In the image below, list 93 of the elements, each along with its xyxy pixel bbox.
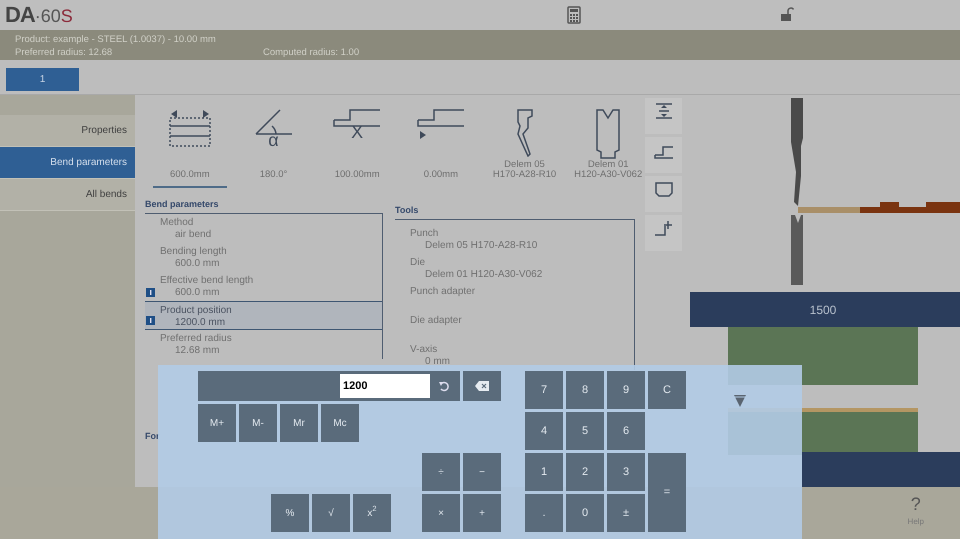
parameter-tile[interactable]: α 180.0° [236,103,310,188]
parameter-tile[interactable]: 600.0mm [153,103,227,188]
number-key[interactable]: 4 [525,412,563,450]
number-key[interactable]: 1 [525,453,563,491]
parameter-label: Product position [160,304,233,316]
tool-label: Die adapter [410,314,463,326]
parameter-label: Effective bend length [160,274,254,286]
parameter-tile[interactable]: Delem 01 H120-A30-V062 [571,103,646,188]
operator-key[interactable]: − [463,453,501,491]
toolbar-button[interactable] [645,176,682,212]
memory-key[interactable]: M+ [198,404,236,442]
parameter-label: Preferred radius [160,332,233,344]
section-heading: For [145,430,160,442]
clear-key[interactable]: C [648,371,686,409]
logo-model: ·60 [34,6,61,26]
parameter-value: 600.0 mm [174,258,220,270]
angle-icon [254,109,292,135]
number-key[interactable]: 8 [566,371,604,409]
preferred-radius: Preferred radius: 12.68 [15,46,114,59]
parameter-value: 1200.0 mm [174,316,226,328]
parameter-value: Delem 01 H120-A30-V062 [574,160,642,180]
frame-icon [652,180,674,199]
logo-suffix: S [60,6,73,26]
number-key[interactable]: 9 [607,371,645,409]
tool-value: 0 mm [424,356,451,368]
product-info: Product: example - STEEL (1.0037) - 10.00 mm [15,33,217,46]
parameter-label: Method [160,216,194,228]
ruler-icon [168,109,211,147]
computed-radius: Computed radius: 1.00 [263,46,360,59]
equals-key[interactable]: = [648,453,686,532]
section-heading: Bend parameters [145,198,383,214]
number-key[interactable]: . [525,494,563,532]
number-key[interactable]: 6 [607,412,645,450]
parameter-label: Bending length [160,246,228,258]
filter-icon[interactable] [734,395,746,407]
punch-icon [514,109,535,157]
padlock-icon[interactable] [780,7,794,22]
operator-key[interactable]: ÷ [422,453,460,491]
sidebar-item[interactable]: All bends [0,179,135,211]
parameter-value: 600.0 mm [174,286,220,298]
memory-key[interactable]: Mc [321,404,359,442]
tool-label: Punch adapter [410,286,476,298]
add-step-icon [652,219,674,238]
parameter-row[interactable]: Product position 1200.0 mm [145,300,382,330]
step-icon [333,109,382,127]
toolbar-button[interactable] [645,98,682,134]
memory-key[interactable]: Mr [280,404,318,442]
function-key[interactable]: % [271,494,309,532]
step-icon [416,109,465,140]
tool-label: V-axis [410,344,438,356]
number-key[interactable]: 5 [566,412,604,450]
toolbar-button[interactable] [645,215,682,251]
operator-key[interactable]: × [422,494,460,532]
backspace-icon [475,381,489,391]
bend-tab[interactable]: 1 [6,68,79,91]
parameter-value: Delem 05 H170-A28-R10 [492,160,556,180]
number-key[interactable]: 2 [566,453,604,491]
section-heading: Tools [395,204,635,220]
function-key[interactable]: √ [312,494,350,532]
parameter-row[interactable]: Method air bend [145,214,382,242]
parameter-row[interactable]: Bending length 600.0 mm [145,242,382,272]
number-key[interactable]: 0 [566,494,604,532]
die-icon [596,109,620,159]
operator-key[interactable]: + [463,494,501,532]
parameter-tile[interactable]: 0.00mm [404,103,478,188]
function-key[interactable]: x$^{2}$ [353,494,391,532]
parameter-value: 100.00mm [334,170,380,180]
tool-label: Die [410,256,426,268]
parameter-row[interactable]: Preferred radius 12.68 mm [145,330,382,358]
sidebar-item[interactable]: Properties [0,115,135,147]
tool-value: Delem 01 H120-A30-V062 [424,268,544,280]
parameter-value: 0.00mm [424,170,458,180]
toolbar-button[interactable] [645,137,682,173]
tool-value: Delem 05 H170-A28-R10 [424,240,538,252]
parameter-value: 600.0mm [170,170,210,180]
number-key[interactable]: ± [607,494,645,532]
calculator-icon[interactable] [567,6,581,24]
backspace-button[interactable] [463,371,501,401]
bed-length: 1500 [810,303,836,317]
number-key[interactable]: 7 [525,371,563,409]
parameter-value: 180.0° [260,170,288,180]
tool-label: Punch [410,228,440,240]
sidebar-item[interactable]: Bend parameters [0,147,135,179]
parameter-value: 12.68 mm [174,344,220,356]
number-key[interactable]: 3 [607,453,645,491]
parameter-value: air bend [174,228,212,240]
memory-key[interactable]: M- [239,404,277,442]
parameter-row[interactable]: Effective bend length 600.0 mm [145,272,382,300]
parameter-tile[interactable]: Delem 05 H170-A28-R10 [488,103,562,188]
undo-icon [438,380,450,392]
display-input[interactable]: 1200 [340,374,430,398]
axis-symbol: α [268,131,279,149]
logo-text: DA [5,2,35,27]
